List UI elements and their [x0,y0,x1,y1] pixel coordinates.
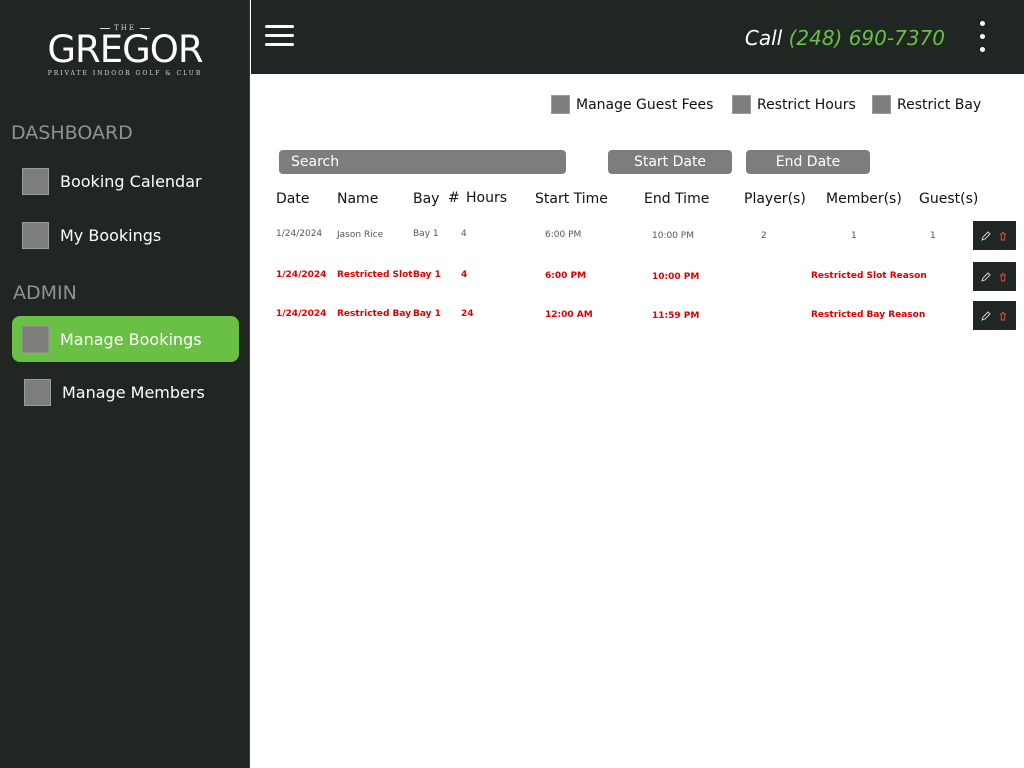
search-input[interactable] [279,150,566,174]
column-header-name: Name [337,191,379,207]
start-date-button[interactable]: Start Date [608,150,732,174]
cell-start-time: 6:00 PM [545,230,582,240]
manage-members-icon [24,378,51,406]
restrict-bay-checkbox[interactable]: Restrict Bay [872,95,981,114]
column-header-bay: Bay [413,191,440,207]
cell-bay: Bay 1 [413,270,441,280]
edit-icon[interactable] [979,229,993,243]
cell-hours: 4 [461,270,468,280]
cell-players: 2 [761,231,767,241]
cell-date: 1/24/2024 [276,229,323,239]
app-root: THE GREGOR PRIVATE INDOOR GOLF & CLUB DA… [0,0,1024,768]
call-label: Call [744,26,783,50]
checkbox-label: Restrict Bay [897,96,982,113]
checkbox-box[interactable] [551,95,570,114]
cell-start-time: 12:00 AM [545,310,593,320]
sidebar-item-booking-calendar[interactable]: Booking Calendar [12,158,239,204]
sidebar: THE GREGOR PRIVATE INDOOR GOLF & CLUB DA… [0,0,250,768]
cell-name: Restricted Bay [337,309,412,319]
column-header-number: # [448,190,460,206]
my-bookings-icon [22,221,49,249]
section-title-dashboard: DASHBOARD [11,122,133,144]
column-header-guests: Guest(s) [919,191,979,207]
sidebar-item-manage-members[interactable]: Manage Members [12,369,239,415]
delete-icon[interactable] [996,270,1010,284]
cell-hours: 24 [461,309,474,319]
row-actions [973,301,1016,330]
phone-number-link[interactable]: (248) 690-7370 [789,26,945,50]
brand-logo[interactable]: THE GREGOR PRIVATE INDOOR GOLF & CLUB [0,24,250,77]
column-header-members: Member(s) [826,191,902,207]
cell-bay: Bay 1 [413,229,439,239]
call-text: Call (248) 690-7370 [745,26,945,50]
column-header-hours: Hours [466,190,508,206]
kebab-menu-icon[interactable] [978,21,986,53]
cell-start-time: 6:00 PM [545,271,587,281]
edit-icon[interactable] [979,270,993,284]
edit-icon[interactable] [979,309,993,323]
sidebar-item-label: Manage Bookings [60,329,202,349]
cell-end-time: 10:00 PM [652,272,700,282]
section-title-admin: ADMIN [13,282,77,304]
cell-bay: Bay 1 [413,309,441,319]
delete-icon[interactable] [996,229,1010,243]
sidebar-item-my-bookings[interactable]: My Bookings [12,212,239,258]
top-bar: Call (248) 690-7370 [251,0,1024,74]
cell-name: Jason Rice [337,230,384,240]
cell-end-time: 10:00 PM [652,231,694,241]
cell-date: 1/24/2024 [276,270,327,280]
brand-tagline: PRIVATE INDOOR GOLF & CLUB [47,70,203,77]
manage-bookings-icon [22,325,49,353]
sidebar-item-label: Manage Members [62,382,205,402]
column-header-players: Player(s) [744,191,806,207]
manage-guest-fees-checkbox[interactable]: Manage Guest Fees [551,95,713,114]
cell-name: Restricted Slot [337,270,413,280]
checkbox-label: Manage Guest Fees [576,96,714,113]
cell-date: 1/24/2024 [276,309,327,319]
checkbox-label: Restrict Hours [757,96,856,113]
sidebar-item-label: My Bookings [60,225,162,245]
brand-name: GREGOR [47,28,203,71]
column-header-end-time: End Time [644,191,710,207]
cell-reason: Restricted Slot Reason [811,271,927,281]
delete-icon[interactable] [996,309,1010,323]
column-header-date: Date [276,191,310,207]
sidebar-item-label: Booking Calendar [60,171,202,191]
sidebar-item-manage-bookings[interactable]: Manage Bookings [12,316,239,362]
cell-reason: Restricted Bay Reason [811,310,926,320]
end-date-button[interactable]: End Date [746,150,870,174]
checkbox-box[interactable] [872,95,891,114]
row-actions [973,221,1016,250]
cell-hours: 4 [461,229,467,239]
cell-end-time: 11:59 PM [652,311,700,321]
cell-guests: 1 [930,231,936,241]
restrict-hours-checkbox[interactable]: Restrict Hours [732,95,856,114]
hamburger-icon[interactable] [265,25,294,47]
column-header-start-time: Start Time [535,191,608,207]
checkbox-box[interactable] [732,95,751,114]
cell-members: 1 [851,231,857,241]
booking-calendar-icon [22,167,49,195]
row-actions [973,262,1016,291]
